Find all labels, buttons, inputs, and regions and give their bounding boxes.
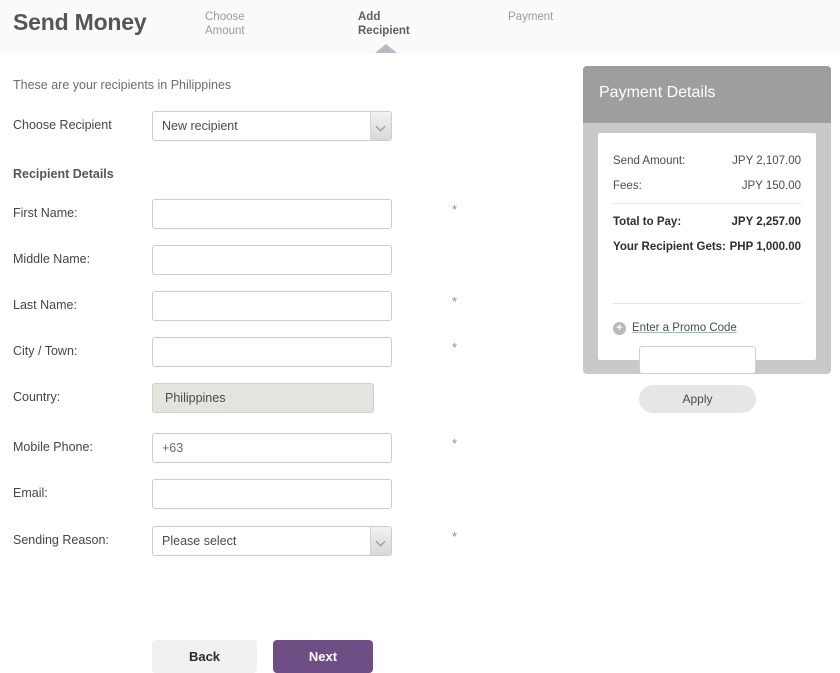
step-payment[interactable]: Payment [508, 10, 588, 24]
next-button[interactable]: Next [273, 640, 373, 673]
step-choose-amount-line2: Amount [205, 25, 245, 37]
chevron-down-icon [375, 121, 386, 132]
payment-details-header: Payment Details [583, 66, 831, 123]
page-title: Send Money [13, 9, 147, 35]
city-town-label: City / Town: [13, 344, 78, 358]
mobile-phone-required-marker: * [452, 436, 458, 451]
step-add-recipient-line2: Recipient [358, 25, 410, 37]
send-amount-value: JPY 2,107.00 [732, 155, 801, 167]
choose-recipient-value: New recipient [162, 119, 238, 133]
total-to-pay-label: Total to Pay: [613, 216, 682, 228]
last-name-input[interactable] [152, 291, 392, 321]
step-add-recipient-line1: Add [358, 11, 381, 23]
last-name-required-marker: * [452, 294, 458, 309]
recipient-gets-label: Your Recipient Gets: [613, 241, 726, 253]
email-row: Email: [0, 479, 560, 509]
first-name-required-marker: * [452, 202, 458, 217]
step-choose-amount[interactable]: Choose Amount [205, 10, 275, 38]
choose-recipient-row: Choose Recipient New recipient [0, 111, 560, 141]
email-label: Email: [13, 486, 48, 500]
payment-details-panel: Payment Details Send Amount: JPY 2,107.0… [583, 66, 831, 413]
fees-label: Fees: [613, 180, 642, 192]
city-town-row: City / Town: * [0, 337, 560, 367]
sending-reason-required-marker: * [452, 529, 458, 544]
plus-icon[interactable]: + [613, 322, 626, 335]
active-step-arrow-icon [375, 44, 397, 53]
choose-recipient-dropdown-button[interactable] [370, 112, 391, 140]
choose-recipient-label: Choose Recipient [13, 118, 112, 132]
first-name-label: First Name: [13, 206, 78, 220]
city-town-input[interactable] [152, 337, 392, 367]
country-value: Philippines [152, 383, 374, 413]
mobile-phone-label: Mobile Phone: [13, 440, 93, 454]
email-input[interactable] [152, 479, 392, 509]
total-to-pay-value: JPY 2,257.00 [731, 216, 802, 228]
promo-code-input[interactable] [639, 346, 756, 374]
middle-name-row: Middle Name: [0, 245, 560, 275]
country-row: Country: Philippines [0, 383, 560, 413]
payment-details-card: Send Amount: JPY 2,107.00 Fees: JPY 150.… [598, 133, 816, 413]
step-add-recipient[interactable]: Add Recipient [358, 10, 428, 38]
payment-details-title: Payment Details [599, 84, 716, 101]
chevron-down-icon [375, 536, 386, 547]
back-button[interactable]: Back [152, 640, 257, 673]
country-label: Country: [13, 390, 61, 404]
sending-reason-row: Sending Reason: Please select * [0, 526, 560, 556]
payment-divider-2 [613, 303, 801, 304]
apply-promo-button[interactable]: Apply [639, 385, 756, 413]
intro-text: These are your recipients in Philippines [13, 78, 232, 92]
sending-reason-value: Please select [162, 534, 237, 548]
middle-name-label: Middle Name: [13, 252, 91, 266]
sending-reason-label: Sending Reason: [13, 533, 109, 547]
fees-value: JPY 150.00 [741, 180, 801, 192]
sending-reason-dropdown-button[interactable] [370, 527, 391, 555]
recipient-details-heading: Recipient Details [13, 167, 114, 181]
send-amount-label: Send Amount: [613, 155, 686, 167]
first-name-row: First Name: * [0, 199, 560, 229]
mobile-phone-input[interactable] [152, 433, 392, 463]
payment-divider-1 [613, 203, 801, 204]
mobile-phone-row: Mobile Phone: * [0, 433, 560, 463]
step-payment-line1: Payment [508, 11, 554, 23]
last-name-label: Last Name: [13, 298, 77, 312]
choose-recipient-select[interactable]: New recipient [152, 111, 392, 141]
step-progress-bar: Choose Amount Add Recipient Payment [195, 0, 795, 53]
enter-promo-code-link[interactable]: Enter a Promo Code [632, 322, 737, 334]
last-name-row: Last Name: * [0, 291, 560, 321]
step-choose-amount-line1: Choose [205, 11, 245, 23]
recipient-gets-value: PHP 1,000.00 [729, 241, 801, 253]
sending-reason-select[interactable]: Please select [152, 526, 392, 556]
city-town-required-marker: * [452, 340, 458, 355]
first-name-input[interactable] [152, 199, 392, 229]
middle-name-input[interactable] [152, 245, 392, 275]
recipient-form: These are your recipients in Philippines… [0, 53, 560, 673]
app-header: Send Money Choose Amount Add Recipient P… [0, 0, 840, 53]
